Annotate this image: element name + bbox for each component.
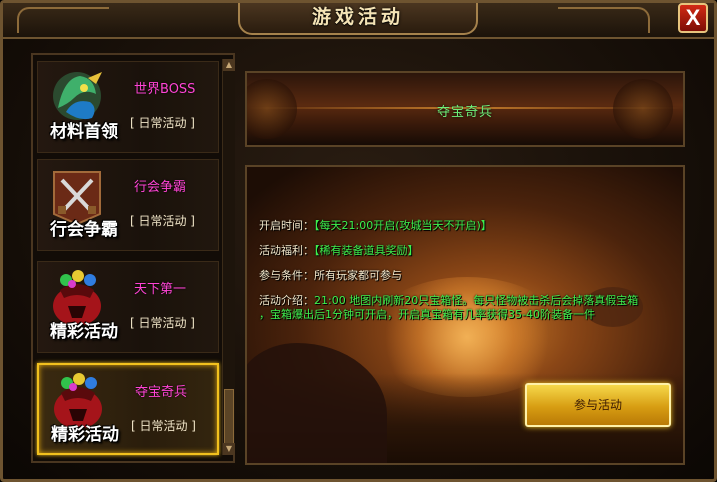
open-time-value: 【每天21:00开启(攻城当天不开启)】	[314, 219, 492, 232]
title-ornament-left	[17, 7, 109, 33]
activity-item-guild-war[interactable]: 行会争霸 行会争霸 [ 日常活动 ]	[37, 159, 219, 251]
activity-info: 开启时间：【每天21:00开启(攻城当天不开启)】 活动福利：【稀有装备道具奖励…	[259, 219, 679, 333]
activity-tag: [ 日常活动 ]	[130, 214, 195, 228]
open-time-label: 开启时间：	[259, 219, 314, 232]
open-time-row: 开启时间：【每天21:00开启(攻城当天不开启)】	[259, 219, 679, 233]
activity-tag: [ 日常活动 ]	[131, 419, 196, 433]
reward-value: 【稀有装备道具奖励】	[314, 244, 419, 257]
condition-label: 参与条件：	[259, 269, 314, 282]
intro-text-line2: ，宝箱爆出后1分钟可开启，开启真宝箱有几率获得35-40阶装备一件	[259, 308, 595, 321]
boss-dragon-icon: 材料首领	[44, 68, 118, 142]
activity-tag: [ 日常活动 ]	[130, 116, 195, 130]
activity-item-world-boss[interactable]: 材料首领 世界BOSS [ 日常活动 ]	[37, 61, 219, 153]
condition-row: 参与条件：所有玩家都可参与	[259, 269, 679, 283]
icon-caption: 精彩活动	[50, 322, 118, 342]
activity-tag: [ 日常活动 ]	[130, 316, 195, 330]
scroll-up-arrow-icon[interactable]: ▲	[223, 59, 235, 71]
treasure-bag-icon: 精彩活动	[44, 268, 118, 342]
banner-title: 夺宝奇兵	[436, 105, 493, 120]
intro-text-line1: 21:00 地图内刷新20只宝箱怪。每只怪物被击杀后会掉落真假宝箱	[314, 294, 639, 307]
activity-name: 世界BOSS	[134, 82, 196, 97]
close-button[interactable]: X	[678, 3, 708, 33]
join-activity-button[interactable]: 参与活动	[525, 383, 671, 427]
scroll-thumb[interactable]	[224, 389, 234, 445]
title-plaque: 游戏活动	[238, 3, 478, 35]
icon-caption: 行会争霸	[50, 220, 118, 240]
activity-name: 夺宝奇兵	[135, 385, 188, 400]
icon-caption: 精彩活动	[51, 425, 119, 445]
window-title: 游戏活动	[311, 6, 404, 28]
activity-name: 行会争霸	[134, 180, 187, 195]
condition-value: 所有玩家都可参与	[314, 269, 402, 282]
intro-row: 活动介绍：21:00 地图内刷新20只宝箱怪。每只怪物被击杀后会掉落真假宝箱 ，…	[259, 294, 679, 322]
activity-banner: 夺宝奇兵	[245, 71, 685, 147]
treasure-bag-icon: 精彩活动	[45, 371, 119, 445]
activity-window: 游戏活动 X 材料首领 世界BOSS [ 日常活动 ] 行会争霸 行会争霸 […	[0, 0, 717, 482]
title-bar: 游戏活动 X	[3, 3, 714, 39]
title-ornament-right	[558, 7, 650, 33]
scroll-down-arrow-icon[interactable]: ▼	[223, 443, 235, 455]
intro-label: 活动介绍：	[259, 294, 314, 307]
icon-caption: 材料首领	[50, 122, 118, 142]
activity-item-treasure-raid[interactable]: 精彩活动 夺宝奇兵 [ 日常活动 ]	[37, 363, 219, 455]
activity-name: 天下第一	[134, 282, 187, 297]
reward-label: 活动福利：	[259, 244, 314, 257]
activity-item-number-one[interactable]: 精彩活动 天下第一 [ 日常活动 ]	[37, 261, 219, 353]
background-cliff	[247, 343, 387, 463]
activity-list: 材料首领 世界BOSS [ 日常活动 ] 行会争霸 行会争霸 [ 日常活动 ]	[31, 53, 235, 463]
crossed-swords-banner-icon: 行会争霸	[44, 166, 118, 240]
reward-row: 活动福利：【稀有装备道具奖励】	[259, 244, 679, 258]
activity-list-scrollbar[interactable]: ▲ ▼	[222, 59, 235, 455]
